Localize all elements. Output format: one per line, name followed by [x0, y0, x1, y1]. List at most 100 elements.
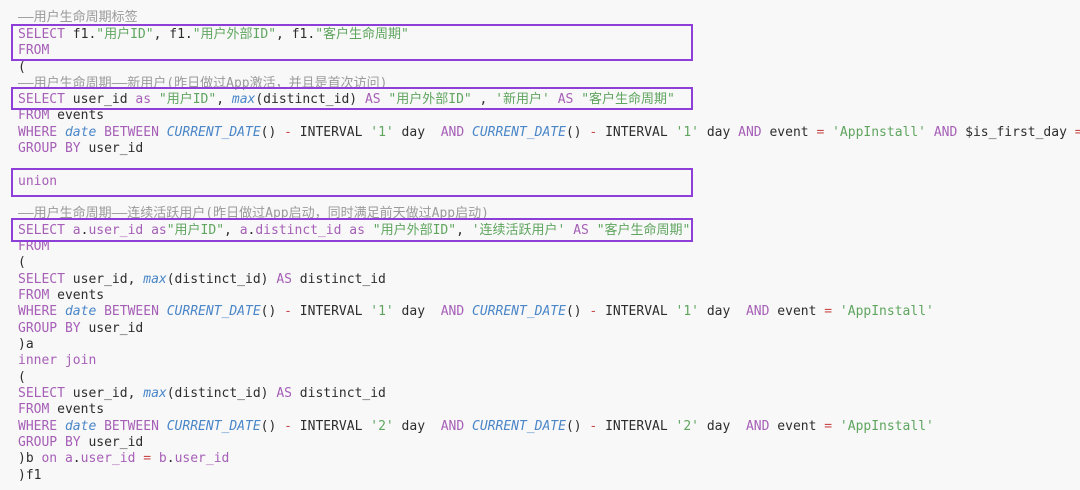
code-token: a [239, 223, 248, 238]
code-token: WHERE [18, 304, 58, 319]
code-token: , f1. [153, 27, 193, 42]
code-token: AS [557, 92, 574, 107]
code-token: '2' [675, 419, 700, 434]
code-token: = [1074, 125, 1080, 140]
code-token: AS [573, 223, 589, 238]
code-line: SELECT f1."用户ID", f1."用户外部ID", f1."客户生命周… [18, 27, 409, 43]
code-token: )a [18, 337, 34, 352]
code-token: events [49, 108, 105, 123]
code-token: ( [18, 370, 26, 385]
code-token: CURRENT_DATE [472, 125, 566, 140]
code-token: - [284, 304, 292, 319]
code-token: event [769, 304, 825, 319]
code-token: AND [440, 125, 465, 140]
code-token: - [284, 419, 292, 434]
code-token: user_id [80, 321, 144, 336]
code-token: event [761, 125, 817, 140]
code-token: - [284, 125, 292, 140]
code-token: (distinct_id) [255, 92, 365, 107]
code-token: AS [276, 386, 292, 401]
code-token: as [151, 223, 167, 238]
code-token: ( [18, 60, 26, 75]
code-token: union [18, 174, 58, 189]
code-token: () [565, 419, 590, 434]
code-line: FROM events [18, 288, 104, 304]
code-token: $is_first_day [957, 125, 1075, 140]
code-token: user_id [80, 141, 144, 156]
code-token: )b [18, 451, 42, 466]
code-token: '1' [370, 304, 394, 319]
code-token: SELECT [18, 272, 65, 287]
code-line: ——用户生命周期标签 [18, 10, 138, 26]
code-token: INTERVAL [291, 125, 371, 140]
code-token: ——用户生命周期——连续活跃用户(昨日做过App启动，同时满足前天做过App启动… [18, 206, 489, 221]
code-token: 'AppInstall' [839, 304, 934, 319]
code-token: user_id [80, 435, 144, 450]
code-token: AND [440, 419, 465, 434]
code-token: on [41, 451, 58, 466]
code-token: date [64, 304, 97, 319]
sql-code-editor[interactable]: ——用户生命周期标签 SELECT f1."用户ID", f1."用户外部ID",… [0, 0, 1080, 490]
code-line: )b on a.user_id = b.user_id [18, 451, 229, 467]
code-token: WHERE [18, 419, 58, 434]
code-line: ( [18, 255, 26, 271]
code-line: GROUP BY user_id [18, 321, 143, 337]
code-token: "客户生命周期" [581, 92, 675, 107]
code-token: GROUP BY [18, 141, 81, 156]
code-token: day [393, 419, 441, 434]
code-token: = [143, 451, 152, 466]
code-token: max [143, 386, 167, 401]
code-token: FROM [18, 288, 50, 303]
code-line: ——用户生命周期——新用户(昨日做过App激活，并且是首次访问) [18, 76, 387, 92]
code-token: (distinct_id) [166, 386, 277, 401]
code-token: = [824, 304, 833, 319]
code-token: max [143, 272, 167, 287]
code-token: events [49, 288, 105, 303]
code-token: 'AppInstall' [839, 419, 934, 434]
code-token: "用户ID" [158, 92, 217, 107]
code-token: a [72, 223, 81, 238]
code-token: day [699, 125, 739, 140]
code-line: FROM [18, 43, 49, 59]
code-token: FROM [18, 108, 50, 123]
code-token: "客户生命周期" [315, 27, 409, 42]
code-token: ——用户生命周期标签 [18, 10, 138, 25]
code-token: , [224, 223, 240, 238]
code-token: , [471, 92, 496, 107]
code-token: GROUP BY [18, 435, 81, 450]
code-token: AND [745, 304, 770, 319]
code-token: distinct_id [255, 223, 342, 238]
code-token: '2' [370, 419, 394, 434]
code-token: b [158, 451, 167, 466]
code-token: "用户ID" [166, 223, 225, 238]
code-token: FROM [18, 402, 50, 417]
code-token: BETWEEN [104, 419, 159, 434]
code-token: () [565, 125, 590, 140]
code-token: )f1 [18, 468, 42, 483]
code-token: , f1. [276, 27, 316, 42]
code-token: "用户外部ID" [192, 27, 277, 42]
code-token: day [393, 125, 441, 140]
code-token: (distinct_id) [166, 272, 277, 287]
code-token: AS [364, 92, 381, 107]
code-token: distinct_id [291, 386, 386, 401]
code-token: CURRENT_DATE [166, 419, 261, 434]
code-token: "用户外部ID" [388, 92, 472, 107]
code-token: '新用户' [495, 92, 550, 107]
code-line: GROUP BY user_id [18, 435, 143, 451]
code-token: AND [440, 304, 465, 319]
code-line: union [18, 174, 57, 190]
